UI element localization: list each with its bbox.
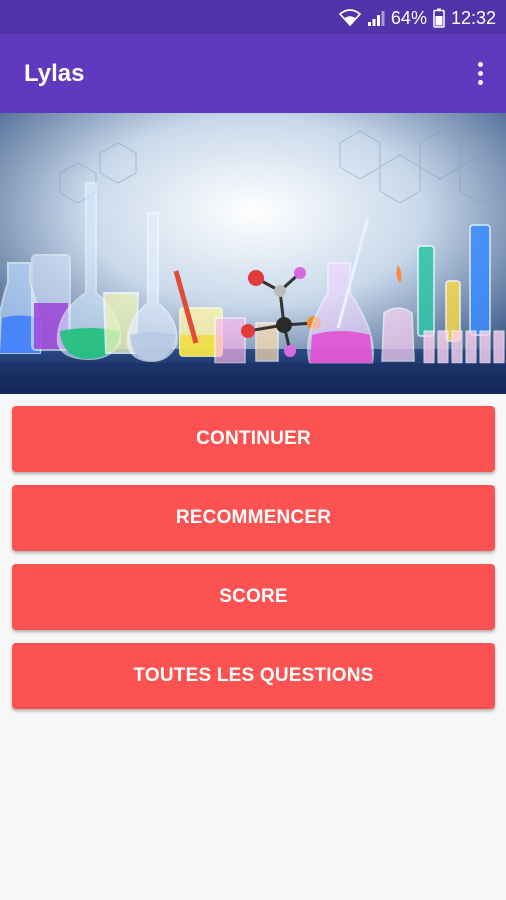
status-bar: 64% 12:32 — [0, 0, 506, 34]
app-title: Lylas — [24, 60, 85, 87]
battery-icon — [433, 8, 445, 28]
restart-button[interactable]: RECOMMENCER — [12, 485, 495, 551]
hero-lab-image — [0, 113, 506, 394]
all-questions-button[interactable]: TOUTES LES QUESTIONS — [12, 643, 495, 709]
signal-icon — [367, 9, 385, 27]
battery-percent: 64% — [390, 7, 427, 28]
more-options-icon[interactable] — [468, 58, 492, 88]
wifi-icon — [338, 9, 361, 27]
score-button[interactable]: SCORE — [12, 564, 495, 630]
clock: 12:32 — [450, 7, 496, 28]
app-bar: Lylas — [0, 34, 506, 113]
continue-button[interactable]: CONTINUER — [12, 406, 495, 472]
status-icons: 64% 12:32 — [338, 6, 496, 30]
